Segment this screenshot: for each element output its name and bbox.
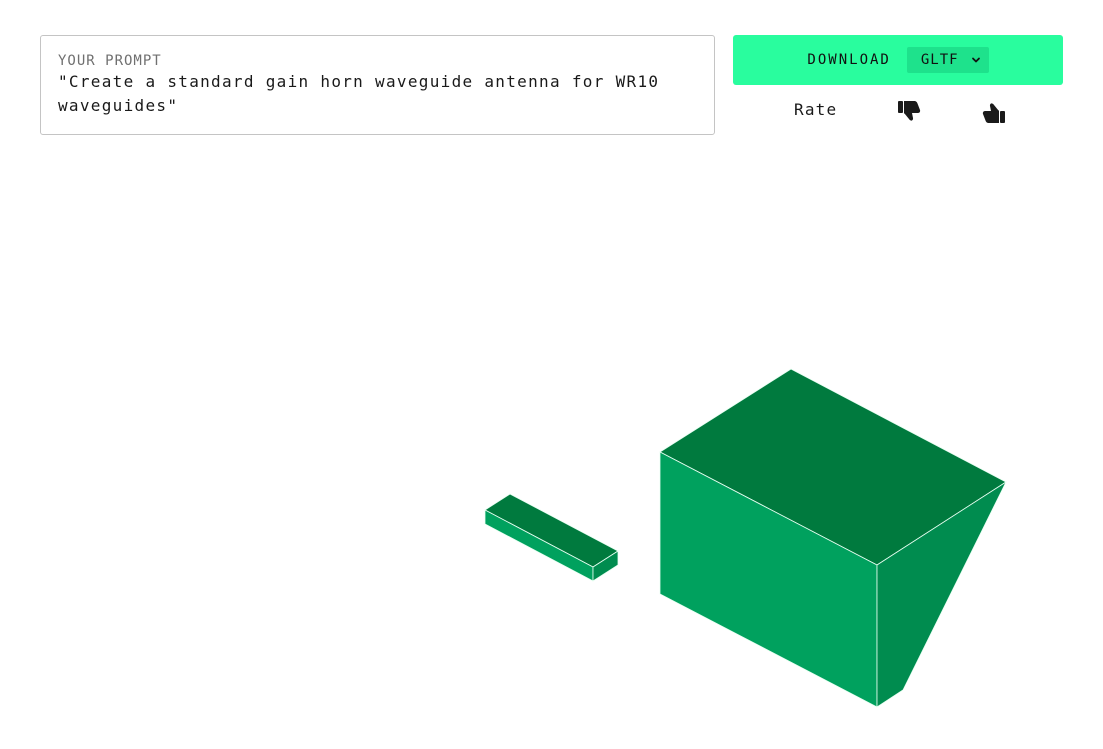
- format-value: GLTF: [920, 52, 959, 68]
- prompt-text: "Create a standard gain horn waveguide a…: [58, 72, 660, 115]
- format-select[interactable]: GLTF: [906, 47, 989, 73]
- chevron-down-icon: [971, 57, 980, 63]
- horn-antenna: [659, 368, 1008, 708]
- model-viewport[interactable]: [0, 150, 1103, 749]
- thumbs-up-icon[interactable]: [979, 98, 1007, 126]
- thumbs-down-icon[interactable]: [896, 98, 924, 126]
- download-button[interactable]: DOWNLOAD GLTF: [733, 35, 1063, 85]
- app-root: YOUR PROMPT "Create a standard gain horn…: [0, 0, 1103, 749]
- waveguide-bar: [484, 493, 619, 582]
- rate-label: Rate: [794, 100, 838, 119]
- prompt-panel: YOUR PROMPT "Create a standard gain horn…: [40, 35, 715, 135]
- download-label: DOWNLOAD: [807, 52, 891, 68]
- rating-row: Rate: [733, 92, 1063, 132]
- prompt-label: YOUR PROMPT: [58, 53, 162, 69]
